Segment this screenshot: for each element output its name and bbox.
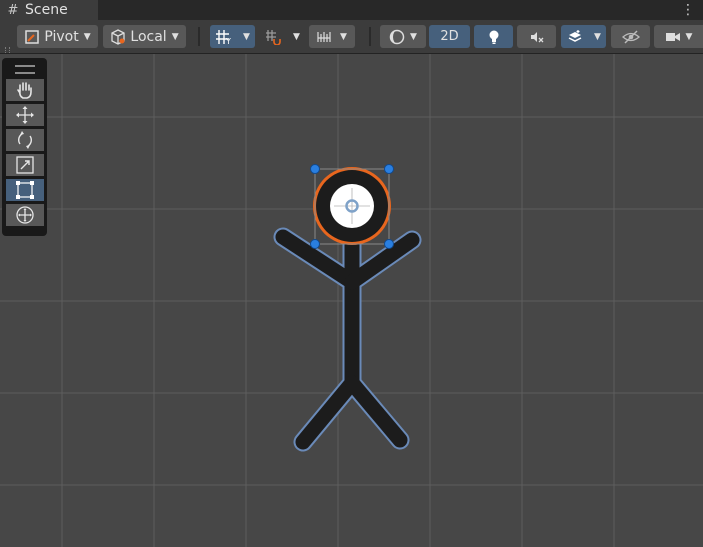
snap-magnet-icon [266,29,281,45]
mode-2d-label: 2D [440,29,459,44]
scene-camera-dropdown[interactable]: ▼ [654,25,703,48]
chevron-down-icon: ▼ [293,31,300,42]
corner-handle-top-left[interactable] [310,164,320,174]
separator [369,27,371,46]
mute-audio-icon [530,31,543,42]
rect-tool-button[interactable] [6,179,44,201]
rotate-icon [18,131,32,149]
grid-snap-dropdown[interactable]: ▼ [238,25,255,48]
chevron-down-icon: ▼ [410,31,417,42]
eye-hidden-icon [621,29,640,44]
corner-handle-bottom-right[interactable] [384,239,394,249]
rotate-tool-button[interactable] [6,129,44,151]
kebab-menu-icon[interactable]: ⋮ [681,2,695,18]
mode-2d-toggle[interactable]: 2D [429,25,470,48]
chevron-down-icon: ▼ [83,31,91,42]
local-dropdown[interactable]: Local ▼ [103,25,186,48]
hash-icon: # [7,2,19,18]
grid-snap-button[interactable]: Y [210,25,238,48]
scene-viewport[interactable] [0,54,703,547]
transform-tool-button[interactable] [6,204,44,226]
scale-tool-button[interactable] [6,154,44,176]
camera-icon [665,32,680,41]
tab-bar: # Scene ⋮ [0,0,703,20]
lighting-toggle[interactable] [474,25,513,48]
tab-scene[interactable]: # Scene [0,0,98,20]
shading-mode-dropdown[interactable]: ▼ [380,25,426,48]
chevron-down-icon: ▼ [171,31,179,42]
stick-figure-body[interactable] [275,229,420,450]
separator [198,27,200,46]
hand-icon [17,82,32,99]
scale-icon [16,156,34,174]
chevron-down-icon: ▼ [340,31,347,42]
local-cube-icon [111,28,126,45]
hand-tool-button[interactable] [6,79,44,101]
ruler-icon [317,31,331,42]
tools-overlay [2,58,47,236]
lightbulb-icon [489,30,498,44]
shading-sphere-icon [389,29,405,44]
move-tool-button[interactable] [6,104,44,126]
rect-transform-icon [16,181,34,199]
svg-text:Y: Y [225,37,231,45]
chevron-down-icon: ▼ [594,31,601,42]
pivot-icon [25,29,40,44]
local-label: Local [130,28,167,45]
corner-handle-top-right[interactable] [384,164,394,174]
snap-increment-button[interactable] [260,25,288,48]
chevron-down-icon: ▼ [243,31,250,42]
transform-icon [16,206,34,224]
snap-increment-dropdown[interactable]: ▼ [288,25,305,48]
corner-handle-bottom-left[interactable] [310,239,320,249]
tab-scene-label: Scene [25,2,68,18]
move-arrows-icon [16,106,34,124]
effects-dropdown[interactable]: ▼ [589,25,606,48]
scene-canvas [0,54,703,547]
pivot-dropdown[interactable]: Pivot ▼ [17,25,98,48]
increment-snap-dropdown[interactable]: ▼ [309,25,355,48]
effects-toggle[interactable] [561,25,589,48]
effects-layers-icon [568,29,582,42]
scene-toolbar: Pivot ▼ Local ▼ Y ▼ ▼ ▼ ▼ 2D ▼ ▼ [0,20,703,65]
overlay-drag-handle[interactable] [15,65,35,74]
scene-visibility-toggle[interactable] [611,25,650,48]
chevron-down-icon: ▼ [685,31,693,42]
pivot-label: Pivot [44,28,79,45]
audio-toggle[interactable] [517,25,556,48]
grid-y-icon: Y [216,29,231,45]
